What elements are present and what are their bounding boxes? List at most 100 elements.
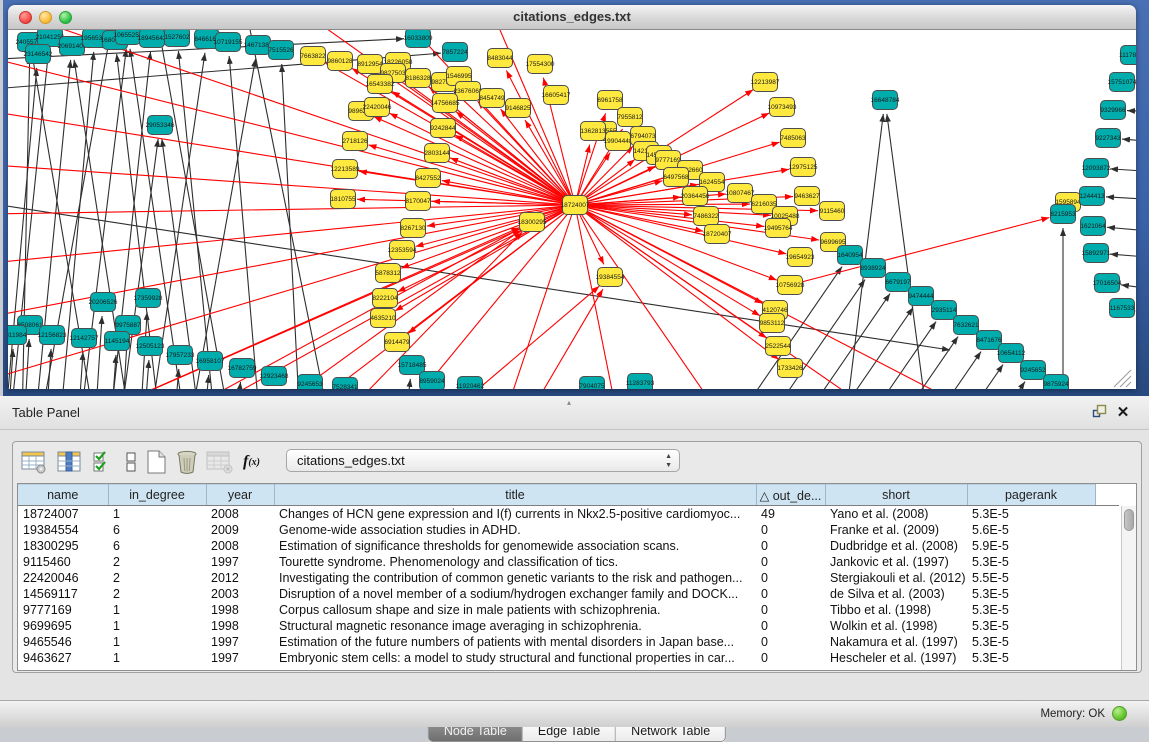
table-cell[interactable]: 1997 [206, 650, 274, 666]
column-header-title[interactable]: title [274, 485, 756, 506]
table-cell[interactable]: 0 [756, 650, 825, 666]
table-cell[interactable]: 9777169 [18, 602, 108, 618]
network-edge[interactable] [887, 114, 928, 389]
table-cell[interactable]: 9699695 [18, 618, 108, 634]
table-cell[interactable]: 18724007 [18, 506, 108, 522]
table-cell[interactable]: 49 [756, 506, 825, 522]
table-cell[interactable]: Corpus callosum shape and size in male p… [274, 602, 756, 618]
table-cell[interactable]: 1 [108, 506, 206, 522]
network-edge[interactable] [24, 339, 29, 389]
table-cell[interactable]: 2 [108, 570, 206, 586]
table-cell[interactable]: 1 [108, 602, 206, 618]
network-edge[interactable] [282, 64, 300, 389]
function-builder-icon[interactable]: f(x) [243, 449, 260, 475]
table-cell[interactable]: 1998 [206, 618, 274, 634]
table-cell[interactable]: Genome-wide association studies in ADHD. [274, 522, 756, 538]
table-cell[interactable]: 18300295 [18, 538, 108, 554]
memory-indicator-icon[interactable] [1112, 706, 1127, 721]
table-row[interactable]: 1872400712008Changes of HCN gene express… [18, 506, 1119, 522]
table-cell[interactable]: 1 [108, 618, 206, 634]
network-edge[interactable] [456, 112, 575, 205]
network-edge[interactable] [856, 337, 958, 389]
table-cell[interactable]: 6 [108, 538, 206, 554]
float-panel-icon[interactable] [1092, 403, 1112, 423]
table-cell[interactable]: 9115460 [18, 554, 108, 570]
table-row[interactable]: 946362711997Embryonic stem cells: a mode… [18, 650, 1119, 666]
table-scrollbar-thumb[interactable] [1124, 509, 1134, 531]
table-row[interactable]: 1830029562008Estimation of significance … [18, 538, 1119, 554]
table-cell[interactable]: 1997 [206, 634, 274, 650]
network-edge[interactable] [520, 289, 603, 389]
table-cell[interactable]: Stergiakouli et al. (2012) [825, 570, 967, 586]
column-header-year[interactable]: year [206, 485, 274, 506]
table-cell[interactable]: Estimation of significance thresholds fo… [274, 538, 756, 554]
table-cell[interactable]: Dudbridge et al. (2008) [825, 538, 967, 554]
table-cell[interactable]: Tibbo et al. (1998) [825, 602, 967, 618]
column-header-name[interactable]: name [18, 485, 108, 506]
table-cell[interactable]: Yano et al. (2008) [825, 506, 967, 522]
network-edge[interactable] [78, 352, 83, 389]
table-cell[interactable]: Structural magnetic resonance image aver… [274, 618, 756, 634]
column-checklist-icon[interactable] [92, 449, 112, 475]
network-edge[interactable] [144, 360, 149, 389]
table-cell[interactable]: Tourette syndrome. Phenomenology and cla… [274, 554, 756, 570]
table-cell[interactable]: 0 [756, 634, 825, 650]
table-cell[interactable]: 5.6E-5 [967, 522, 1095, 538]
column-header-short[interactable]: short [825, 485, 967, 506]
table-row[interactable]: 969969511998Structural magnetic resonanc… [18, 618, 1119, 634]
table-cell[interactable]: 5.3E-5 [967, 506, 1095, 522]
network-edge[interactable] [901, 365, 1003, 389]
resize-grip-icon[interactable] [1114, 370, 1131, 387]
table-cell[interactable]: 22420046 [18, 570, 108, 586]
table-cell[interactable]: 0 [756, 522, 825, 538]
network-edge[interactable] [150, 30, 230, 389]
table-settings-icon[interactable] [21, 449, 47, 475]
new-table-icon[interactable] [144, 449, 168, 475]
network-edge[interactable] [95, 316, 102, 389]
table-cell[interactable]: 2009 [206, 522, 274, 538]
close-panel-icon[interactable]: ✕ [1113, 403, 1133, 423]
network-view[interactable]: 1872400718300295193845547663822986012889… [8, 30, 1136, 389]
table-row[interactable]: 2242004622012Investigating the contribut… [18, 570, 1119, 586]
table-cell[interactable]: 5.3E-5 [967, 586, 1095, 602]
table-cell[interactable]: 1998 [206, 602, 274, 618]
splitter-handle-icon[interactable]: ▴ [567, 398, 571, 407]
column-select-icon[interactable] [57, 449, 83, 475]
table-cell[interactable]: 0 [756, 618, 825, 634]
table-chooser-select[interactable]: citations_edges.txt ▲▼ [286, 449, 680, 472]
network-edge[interactable] [1110, 169, 1136, 172]
table-cell[interactable]: Estimation of the future numbers of pati… [274, 634, 756, 650]
network-edge[interactable] [575, 205, 900, 389]
table-cell[interactable]: 2 [108, 586, 206, 602]
table-cell[interactable]: 5.3E-5 [967, 554, 1095, 570]
table-cell[interactable]: de Silva et al. (2003) [825, 586, 967, 602]
table-cell[interactable]: 2008 [206, 506, 274, 522]
table-cell[interactable]: 1 [108, 634, 206, 650]
table-row[interactable]: 911546021997Tourette syndrome. Phenomeno… [18, 554, 1119, 570]
table-cell[interactable]: 9465546 [18, 634, 108, 650]
network-window-titlebar[interactable]: citations_edges.txt [8, 5, 1136, 30]
table-cell[interactable]: 9463627 [18, 650, 108, 666]
table-cell[interactable]: 5.3E-5 [967, 618, 1095, 634]
table-cell[interactable]: 5.9E-5 [967, 538, 1095, 554]
table-cell[interactable]: Changes of HCN gene expression and I(f) … [274, 506, 756, 522]
table-scrollbar[interactable] [1121, 506, 1136, 670]
table-cell[interactable]: 0 [756, 538, 825, 554]
table-cell[interactable]: 2003 [206, 586, 274, 602]
table-cell[interactable]: 14569117 [18, 586, 108, 602]
table-row[interactable]: 946554611997Estimation of the future num… [18, 634, 1119, 650]
network-edge[interactable] [8, 205, 950, 350]
network-edge[interactable] [1106, 197, 1136, 200]
network-edge[interactable] [405, 379, 410, 389]
table-cell[interactable]: 2 [108, 554, 206, 570]
table-row[interactable]: 977716911998Corpus callosum shape and si… [18, 602, 1119, 618]
import-table-icon[interactable] [206, 449, 234, 475]
table-cell[interactable]: 5.5E-5 [967, 570, 1095, 586]
table-cell[interactable]: Franke et al. (2009) [825, 522, 967, 538]
table-cell[interactable]: Investigating the contribution of common… [274, 570, 756, 586]
table-cell[interactable]: 0 [756, 602, 825, 618]
column-header-out_de[interactable]: △ out_de... [756, 485, 825, 506]
network-canvas[interactable]: 1872400718300295193845547663822986012889… [8, 30, 1136, 389]
table-row[interactable]: 1938455462009Genome-wide association stu… [18, 522, 1119, 538]
network-edge[interactable] [229, 56, 260, 389]
